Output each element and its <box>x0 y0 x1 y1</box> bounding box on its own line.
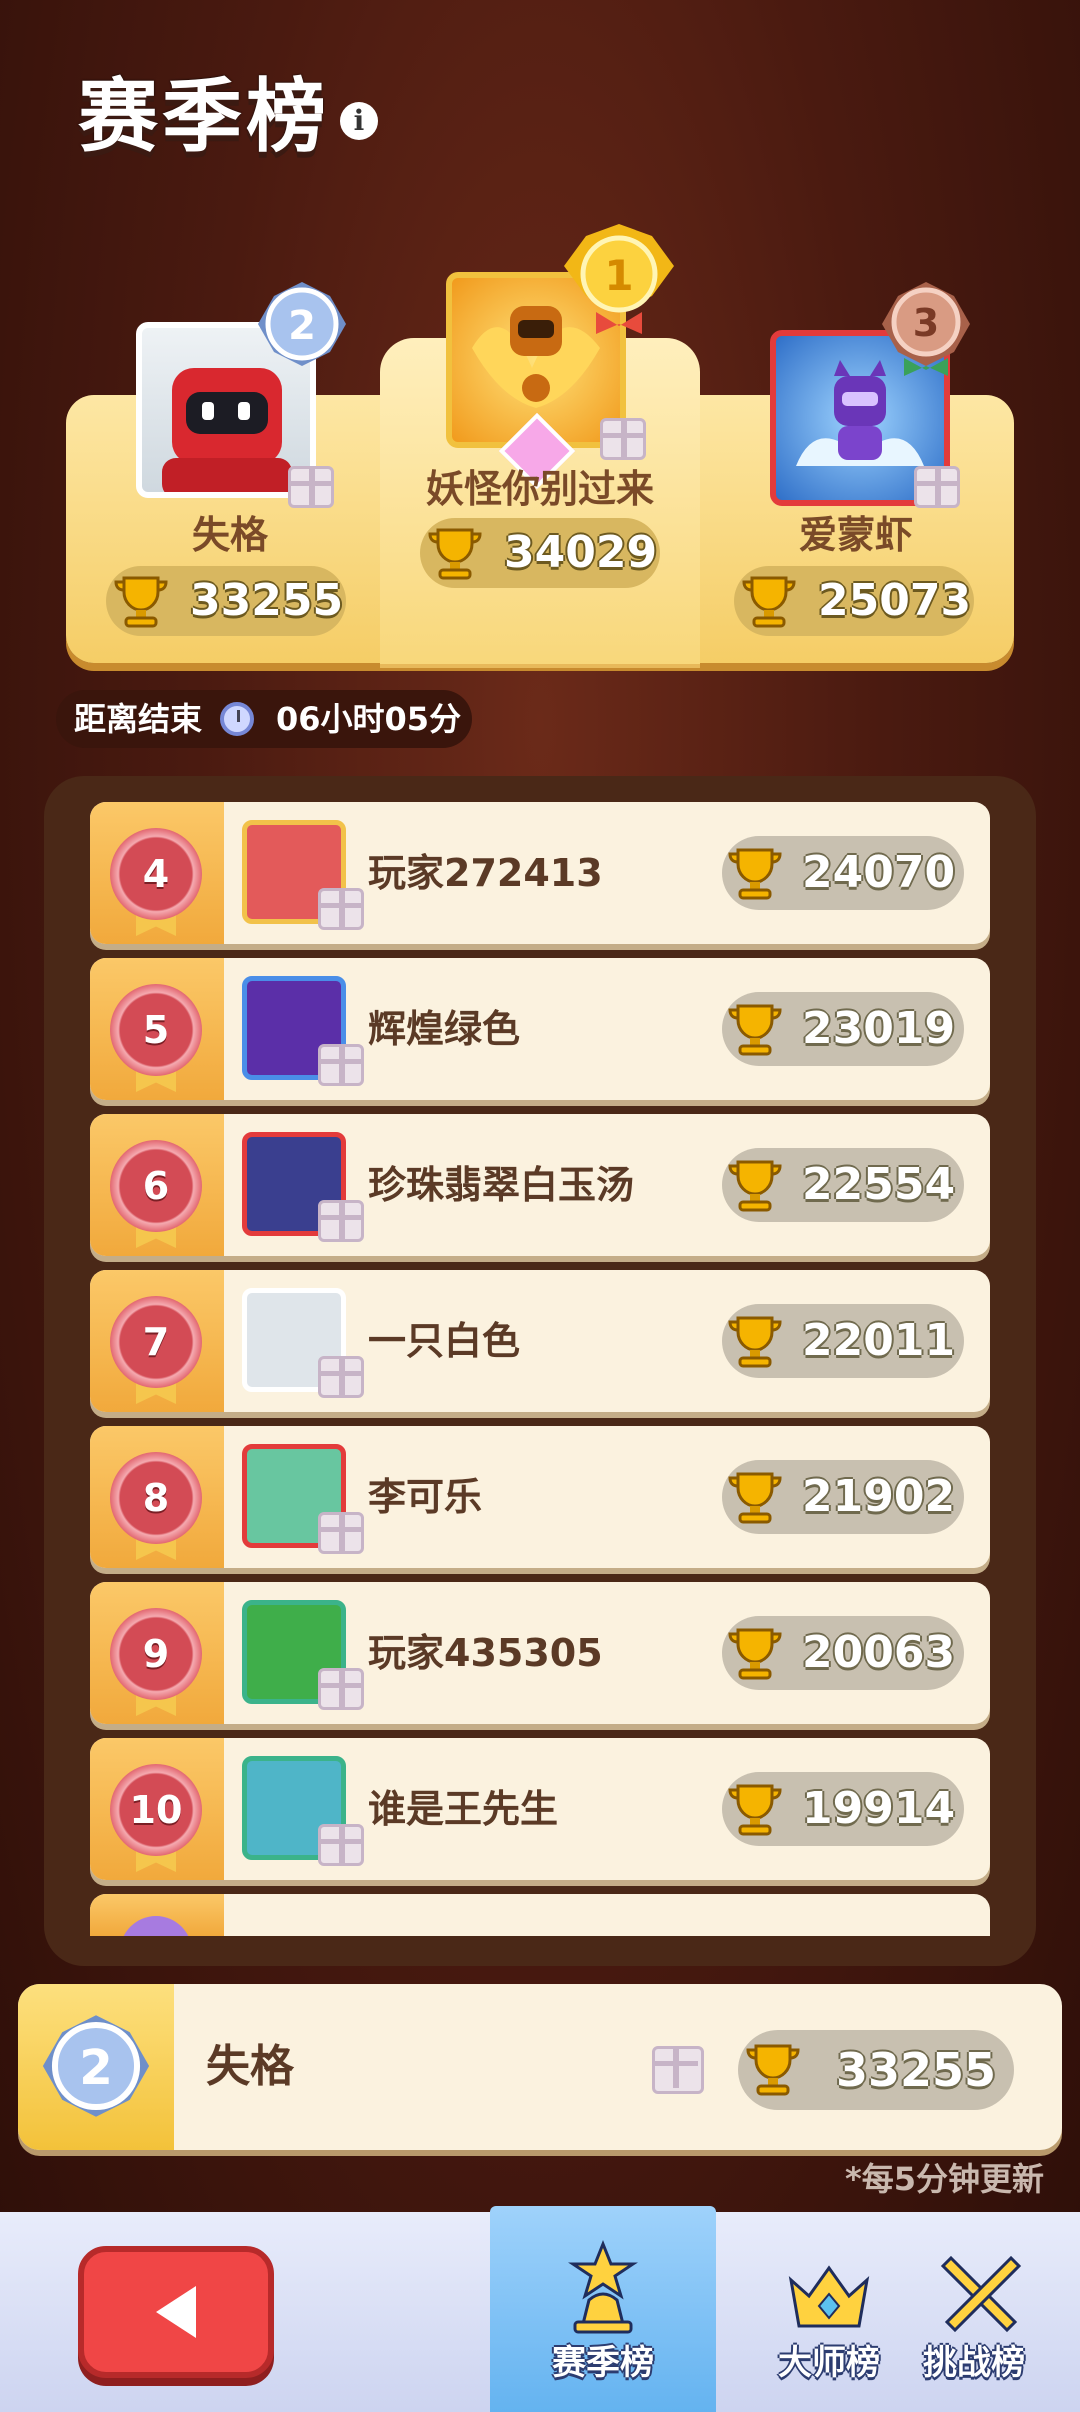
svg-text:2: 2 <box>288 303 316 349</box>
ranking-row-partial[interactable] <box>90 1894 990 1936</box>
gold-medal-icon: 1 <box>556 216 682 342</box>
tab-season-ranking[interactable]: 赛季榜 <box>490 2206 716 2412</box>
crossed-swords-icon <box>940 2255 1022 2333</box>
trophy-icon <box>728 1316 782 1368</box>
trophy-icon <box>728 1472 782 1524</box>
rank-badge: 7 <box>110 1296 202 1388</box>
player-name: 辉煌绿色 <box>368 1007 521 1051</box>
my-score-pill: 33255 <box>738 2030 1014 2110</box>
page-title: 赛季榜 <box>78 70 330 163</box>
countdown-time: 06小时05分 <box>276 700 462 738</box>
player-name: 玩家435305 <box>368 1631 603 1675</box>
podium-score-3: 25073 <box>734 566 974 636</box>
rank-badge: 9 <box>110 1608 202 1700</box>
leaderboard-screen: 赛季榜 i 2 失格 33255 1 妖怪你别过来 34029 3 爱蒙虾 25… <box>0 0 1080 2412</box>
score-pill: 19914 <box>722 1772 964 1846</box>
score-pill: 21902 <box>722 1460 964 1534</box>
tab-challenge-ranking[interactable]: 挑战榜 <box>868 2212 1080 2412</box>
trophy-icon <box>728 1004 782 1056</box>
rank-badge: 5 <box>110 984 202 1076</box>
countdown-banner: 距离结束 06小时05分 <box>56 690 472 748</box>
ranking-row[interactable]: 7 一只白色 22011 <box>90 1270 990 1412</box>
player-name: 一只白色 <box>368 1319 521 1363</box>
my-player-name: 失格 <box>206 2041 294 2092</box>
ranking-row[interactable]: 10 谁是王先生 19914 <box>90 1738 990 1880</box>
svg-text:2: 2 <box>79 2040 113 2096</box>
rank-badge: 8 <box>110 1452 202 1544</box>
gift-icon[interactable] <box>318 888 364 930</box>
trophy-icon <box>728 1784 782 1836</box>
svg-text:1: 1 <box>604 251 633 300</box>
trophy-icon <box>742 576 796 628</box>
svg-text:3: 3 <box>913 301 939 345</box>
score-pill: 24070 <box>722 836 964 910</box>
trophy-icon <box>746 2044 800 2096</box>
silver-medal-icon: 2 <box>26 1996 166 2136</box>
score-pill: 22011 <box>722 1304 964 1378</box>
update-note: *每5分钟更新 <box>844 2160 1044 2198</box>
ranking-row[interactable]: 4 玩家272413 24070 <box>90 802 990 944</box>
ranking-list[interactable]: 4 玩家272413 24070 5 辉煌绿色 23019 6 珍珠翡翠白玉汤 … <box>44 776 1036 1966</box>
gift-icon[interactable] <box>914 466 960 508</box>
gift-icon[interactable] <box>318 1044 364 1086</box>
gift-icon[interactable] <box>318 1512 364 1554</box>
bronze-medal-icon: 3 <box>868 266 984 382</box>
score-pill: 23019 <box>722 992 964 1066</box>
player-name: 玩家272413 <box>368 851 603 895</box>
gift-icon[interactable] <box>288 466 334 508</box>
trophy-icon <box>114 576 168 628</box>
crown-icon <box>788 2265 870 2328</box>
player-name: 谁是王先生 <box>368 1787 559 1831</box>
back-arrow-icon <box>156 2286 196 2338</box>
my-ranking-row[interactable]: 2 失格 33255 <box>18 1984 1062 2150</box>
player-name: 李可乐 <box>368 1475 483 1519</box>
gift-icon[interactable] <box>318 1668 364 1710</box>
trophy-icon <box>728 848 782 900</box>
silver-medal-icon: 2 <box>244 266 360 382</box>
info-icon[interactable]: i <box>340 102 378 140</box>
gift-icon[interactable] <box>318 1824 364 1866</box>
gift-icon[interactable] <box>652 2046 704 2094</box>
podium-score-1: 34029 <box>420 518 660 588</box>
podium-name-1: 妖怪你别过来 <box>425 467 654 511</box>
rank-badge: 4 <box>110 828 202 920</box>
ranking-row[interactable]: 9 玩家435305 20063 <box>90 1582 990 1724</box>
clock-icon <box>220 702 254 736</box>
ranking-row[interactable]: 5 辉煌绿色 23019 <box>90 958 990 1100</box>
trophy-icon <box>428 528 482 580</box>
ranking-row[interactable]: 8 李可乐 21902 <box>90 1426 990 1568</box>
score-pill: 20063 <box>722 1616 964 1690</box>
podium-name-3: 爱蒙虾 <box>798 513 913 557</box>
ranking-row[interactable]: 6 珍珠翡翠白玉汤 22554 <box>90 1114 990 1256</box>
back-button[interactable] <box>78 2246 274 2378</box>
countdown-label: 距离结束 <box>74 700 203 738</box>
player-name: 珍珠翡翠白玉汤 <box>368 1163 635 1207</box>
podium-score-2: 33255 <box>106 566 346 636</box>
gift-icon[interactable] <box>318 1200 364 1242</box>
gift-icon[interactable] <box>600 418 646 460</box>
rank-badge: 6 <box>110 1140 202 1232</box>
trophy-icon <box>728 1160 782 1212</box>
rank-badge: 10 <box>110 1764 202 1856</box>
trophy-icon <box>728 1628 782 1680</box>
podium-name-2: 失格 <box>191 513 268 557</box>
gift-icon[interactable] <box>318 1356 364 1398</box>
pawn-star-icon <box>568 2239 638 2334</box>
score-pill: 22554 <box>722 1148 964 1222</box>
